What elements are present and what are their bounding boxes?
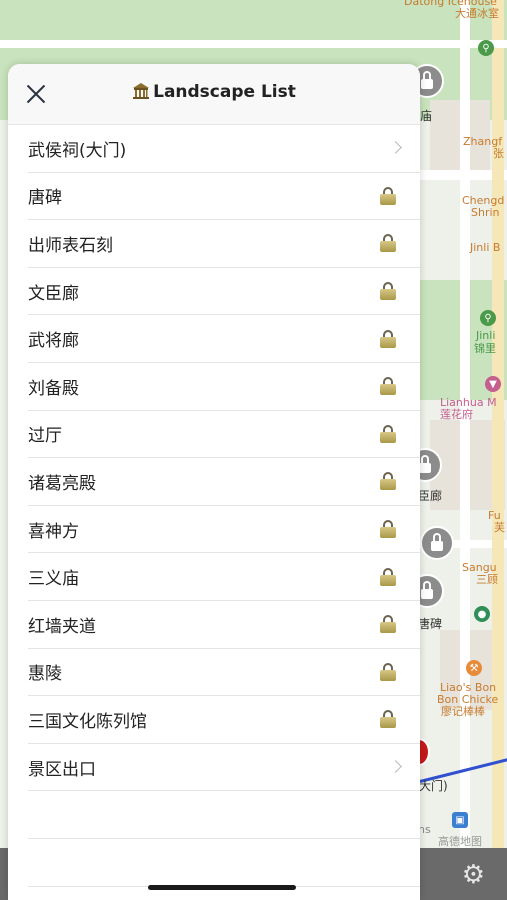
list-item[interactable]: 惠陵 <box>28 649 420 697</box>
map-label: 唐碑 <box>418 617 443 631</box>
list-item-label: 文臣廊 <box>28 283 79 304</box>
list-item[interactable]: 三义庙 <box>28 553 420 601</box>
lock-icon <box>380 710 396 729</box>
map-label: 廖记棒棒 <box>441 705 485 718</box>
page-title: Landscape List <box>8 82 420 102</box>
lock-icon <box>380 567 396 586</box>
list-item-label: 武侯祠(大门) <box>28 140 127 161</box>
list-item-label: 喜神方 <box>28 521 79 542</box>
map-label: Jinli <box>476 329 496 342</box>
list-item-label: 诸葛亮殿 <box>28 473 96 494</box>
list-item-label: 过厅 <box>28 426 62 447</box>
landmark-pin[interactable] <box>420 526 454 560</box>
bus-icon: ▣ <box>452 812 468 828</box>
list-item[interactable]: 出师表石刻 <box>28 220 420 268</box>
chevron-right-icon <box>389 141 402 155</box>
lock-icon <box>380 282 396 301</box>
map-label: 大通冰室 <box>455 7 499 20</box>
lock-icon <box>380 186 396 205</box>
list-item-label: 三义庙 <box>28 569 79 590</box>
list-item-label: 武将廊 <box>28 331 79 352</box>
list-item[interactable]: 武侯祠(大门) <box>28 125 420 173</box>
empty-row <box>28 791 420 839</box>
list-item[interactable]: 景区出口 <box>28 744 420 792</box>
chevron-right-icon <box>389 760 402 773</box>
list-item[interactable]: 文臣廊 <box>28 268 420 316</box>
map-label: 庙 <box>420 109 433 123</box>
coffee-icon: ● <box>474 606 490 622</box>
list-item[interactable]: 诸葛亮殿 <box>28 458 420 506</box>
lock-icon <box>380 234 396 253</box>
map-label: 莲花府 <box>440 408 473 421</box>
list-item[interactable]: 刘备殿 <box>28 363 420 411</box>
map-label: 芙 <box>494 521 505 534</box>
road <box>0 40 507 48</box>
map-label: 臣廊 <box>418 489 443 503</box>
lock-icon <box>380 329 396 348</box>
list-item[interactable]: 唐碑 <box>28 173 420 221</box>
landscape-list: 武侯祠(大门) 唐碑出师表石刻文臣廊武将廊刘备殿过厅诸葛亮殿喜神方三义庙红墙夹道惠… <box>8 125 420 792</box>
lock-icon <box>380 424 396 443</box>
title-text: Landscape List <box>153 82 296 102</box>
map-label: 锦里 <box>474 342 496 355</box>
lock-icon <box>380 662 396 681</box>
shopping-icon: ▼ <box>485 376 501 392</box>
map-label: Shrin <box>471 206 500 219</box>
restroom-icon: ⚲ <box>480 310 496 326</box>
list-item[interactable]: 红墙夹道 <box>28 601 420 649</box>
gear-icon[interactable]: ⚙ <box>462 860 485 890</box>
list-item[interactable]: 武将廊 <box>28 315 420 363</box>
lock-icon <box>380 377 396 396</box>
map-label: 三顾 <box>476 573 498 586</box>
list-item[interactable]: 过厅 <box>28 411 420 459</box>
map-label: Jinli B <box>470 241 501 254</box>
temple-icon <box>133 83 150 99</box>
lock-icon <box>380 472 396 491</box>
list-item[interactable]: 三国文化陈列馆 <box>28 696 420 744</box>
list-item-label: 出师表石刻 <box>28 235 113 256</box>
lock-icon <box>380 615 396 634</box>
list-item-label: 景区出口 <box>28 759 96 780</box>
map-label: 高德地图 <box>438 835 482 848</box>
map-label: 大门) <box>419 779 448 793</box>
sheet-header: Landscape List <box>8 64 420 125</box>
restroom-icon: ⚲ <box>478 40 494 56</box>
lock-icon <box>380 520 396 539</box>
home-indicator <box>148 885 296 890</box>
list-item-label: 惠陵 <box>28 664 62 685</box>
list-item-label: 唐碑 <box>28 188 62 209</box>
list-item-label: 三国文化陈列馆 <box>28 711 147 732</box>
restaurant-icon: ⚒ <box>466 660 482 676</box>
landscape-list-sheet: Landscape List 武侯祠(大门) 唐碑出师表石刻文臣廊武将廊刘备殿过厅… <box>8 64 420 900</box>
map-label: 张 <box>493 147 504 160</box>
list-item-label: 红墙夹道 <box>28 616 96 637</box>
list-item-label: 刘备殿 <box>28 378 79 399</box>
empty-row <box>28 839 420 887</box>
list-item[interactable]: 喜神方 <box>28 506 420 554</box>
